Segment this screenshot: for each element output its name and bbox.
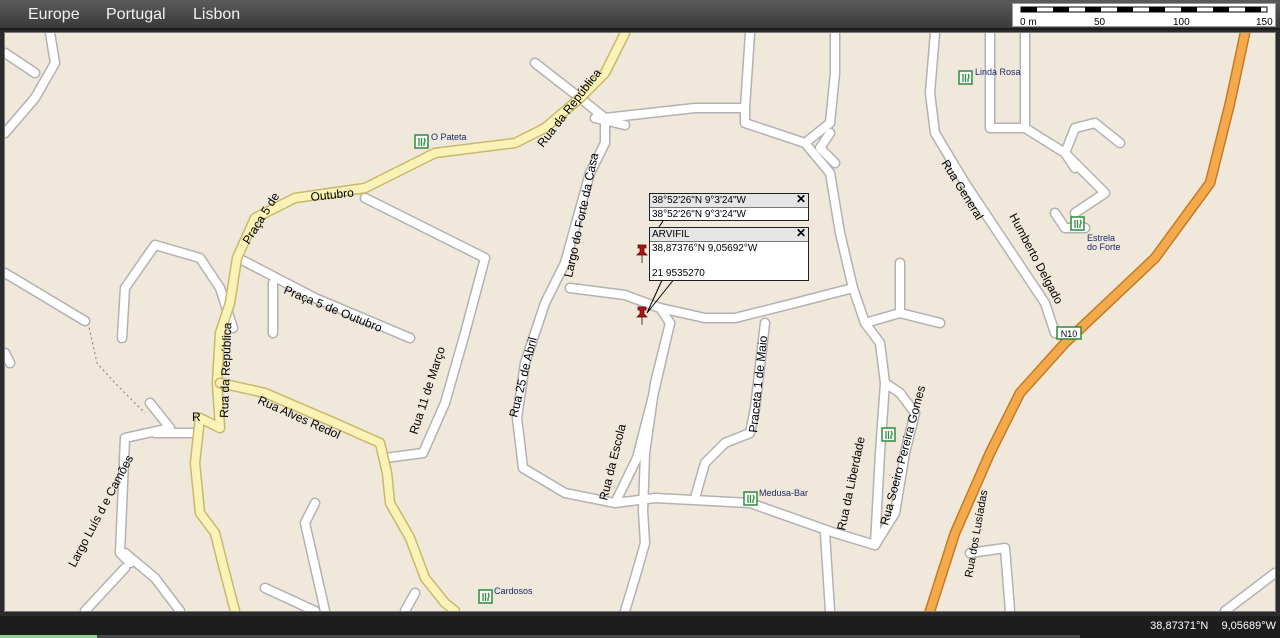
close-icon[interactable]: ✕ <box>796 227 806 240</box>
coordinate-popup-title: 38°52'26"N 9°3'24"W <box>652 195 746 206</box>
footpath <box>86 317 146 414</box>
street-label: R <box>192 410 201 424</box>
coordinate-popup[interactable]: 38°52'26"N 9°3'24"W ✕ 38°52'26"N 9°3'24"… <box>649 193 809 221</box>
map-layer: N10 Rua da República Praça 5 de Outubro … <box>5 33 1275 611</box>
breadcrumb-lisbon[interactable]: Lisbon <box>193 6 240 24</box>
road-badge-label: N10 <box>1061 329 1078 339</box>
poi-label-o-pateta[interactable]: O Pateta <box>431 132 467 142</box>
status-coordinates: 38,87371°N 9,05689°W <box>1150 620 1276 632</box>
poi-label-do-forte[interactable]: do Forte <box>1087 242 1121 252</box>
street-label: Praça 5 de <box>240 190 283 247</box>
street-label: Outubro <box>310 185 355 203</box>
business-popup-header: ARVIFIL ✕ <box>650 227 808 242</box>
scale-label-100: 100 <box>1173 17 1190 28</box>
street-label: Rua General <box>938 157 986 222</box>
restaurant-icon <box>958 70 973 85</box>
restaurant-icon <box>743 491 758 506</box>
breadcrumb-portugal[interactable]: Portugal <box>106 6 166 24</box>
restaurant-icon <box>414 134 429 149</box>
map-canvas[interactable]: N10 Rua da República Praça 5 de Outubro … <box>4 32 1276 612</box>
close-icon[interactable]: ✕ <box>796 193 806 206</box>
scale-ruler <box>1020 6 1268 13</box>
poi-label-cardosos[interactable]: Cardosos <box>494 586 533 596</box>
map-pin-icon <box>636 306 648 325</box>
business-popup[interactable]: ARVIFIL ✕ 38,87376°N 9,05692°W 21 953527… <box>649 227 809 281</box>
business-popup-phone: 21 9535270 <box>652 268 705 279</box>
scale-label-50: 50 <box>1094 17 1106 28</box>
poi-label-linda-rosa[interactable]: Linda Rosa <box>975 67 1021 77</box>
breadcrumb-europe[interactable]: Europe <box>28 6 80 24</box>
street-label: Rua da República <box>217 322 234 418</box>
street-label: Praça 5 de Outubro <box>282 283 385 335</box>
business-popup-coords: 38,87376°N 9,05692°W <box>652 243 758 254</box>
business-popup-title: ARVIFIL <box>652 229 690 240</box>
street-label: Rua da Liberdade <box>834 435 868 532</box>
map-pin-icon <box>636 244 648 263</box>
poi-label-medusa-bar[interactable]: Medusa-Bar <box>759 488 808 498</box>
top-bar: Europe Portugal Lisbon 0 m 50 100 150 <box>0 0 1280 30</box>
coordinate-popup-header: 38°52'26"N 9°3'24"W ✕ <box>650 193 808 208</box>
scale-label-150: 150 <box>1256 17 1273 28</box>
street-label: Praceta 1 de Maio <box>746 335 770 434</box>
restaurant-icon <box>478 589 493 604</box>
street-label: Largo do Forte da Casa <box>561 151 601 278</box>
scale-bar: 0 m 50 100 150 <box>1012 3 1276 28</box>
scale-label-0: 0 m <box>1020 17 1037 28</box>
status-latitude: 38,87371°N <box>1150 620 1209 632</box>
road-badge-n10: N10 <box>1056 326 1082 340</box>
coordinate-popup-line: 38°52'26"N 9°3'24"W <box>652 209 746 220</box>
status-bar: 38,87371°N 9,05689°W <box>0 616 1280 638</box>
status-longitude: 9,05689°W <box>1221 620 1276 632</box>
restaurant-icon <box>1070 216 1085 231</box>
restaurant-icon <box>881 427 896 442</box>
